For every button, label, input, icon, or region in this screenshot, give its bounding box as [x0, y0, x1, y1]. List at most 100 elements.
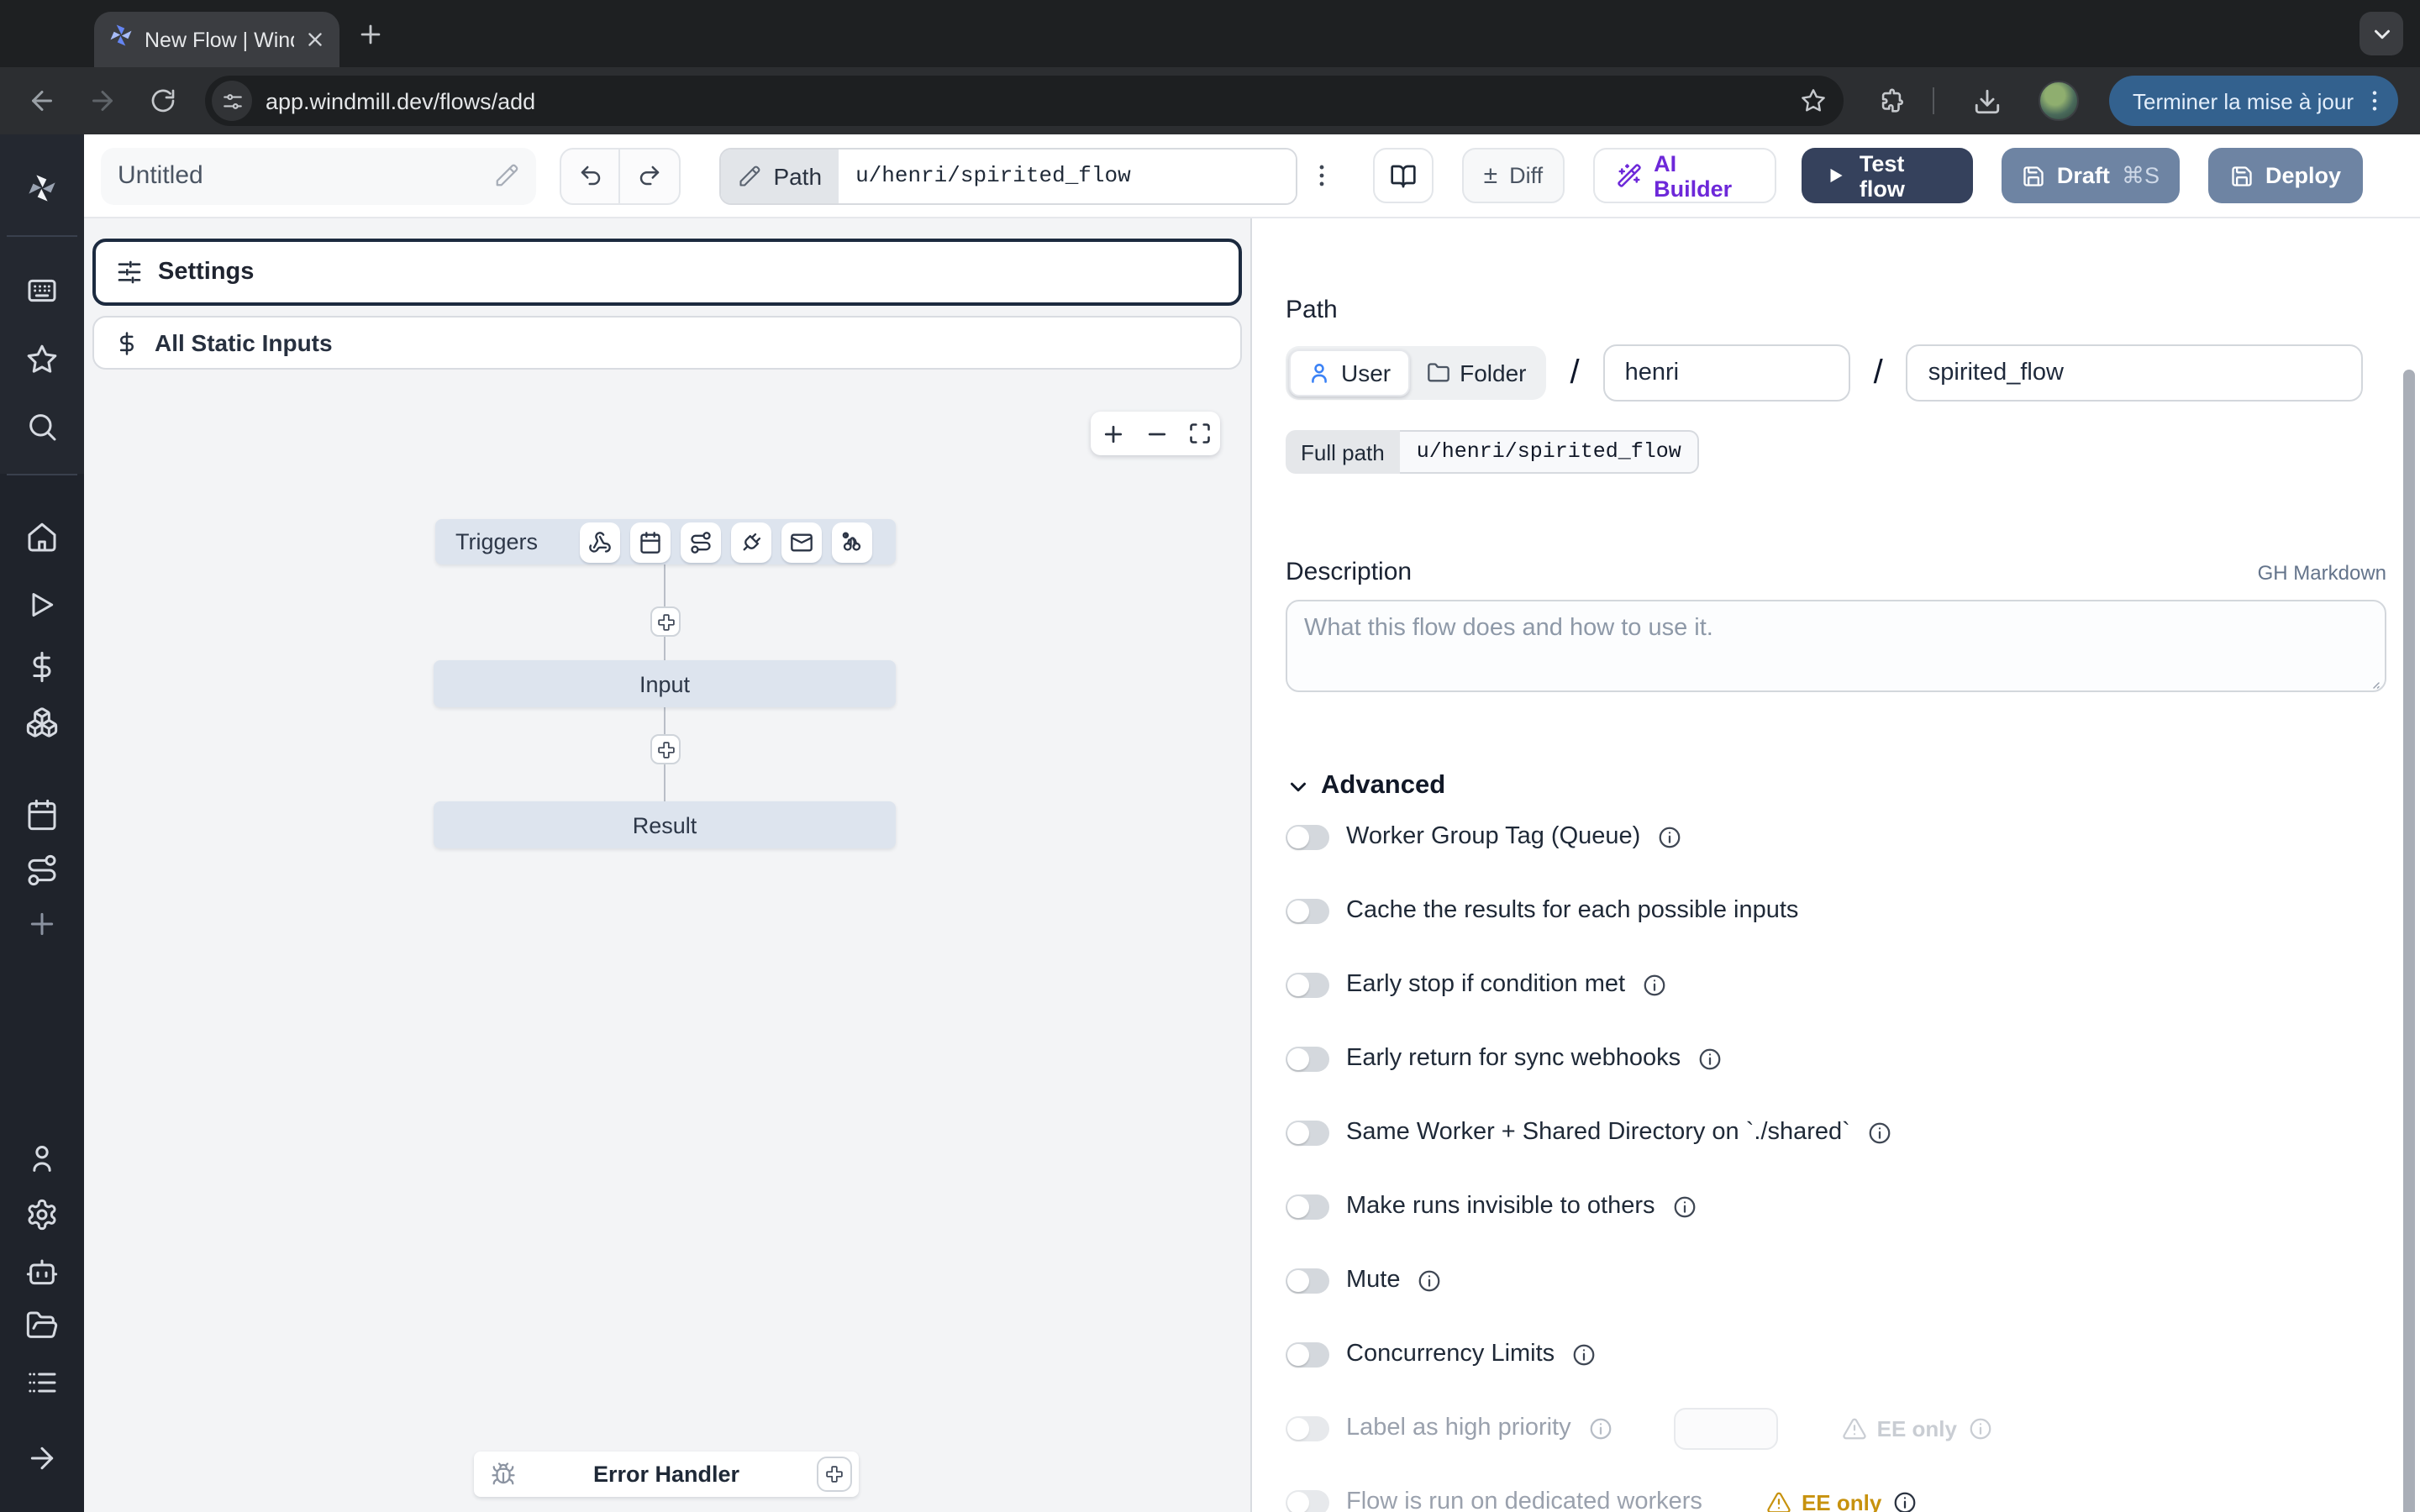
sidebar-item-routes[interactable]: [0, 853, 84, 887]
forward-button[interactable]: [77, 76, 128, 126]
info-icon[interactable]: [1571, 1341, 1597, 1367]
sidebar-item-expand-arrow[interactable]: [0, 1441, 84, 1475]
info-icon[interactable]: [1967, 1415, 1992, 1441]
info-icon[interactable]: [1657, 824, 1682, 849]
error-handler-node[interactable]: Error Handler: [474, 1452, 859, 1497]
advanced-heading: Advanced: [1321, 771, 1445, 801]
variables-dollar-icon: [25, 650, 59, 684]
sidebar-item-account-user[interactable]: [0, 1142, 84, 1176]
test-flow-button[interactable]: Test flow: [1802, 148, 1973, 203]
path-chip-label: Path: [773, 162, 822, 189]
zoom-out-icon[interactable]: [1144, 421, 1169, 446]
resize-grip-icon[interactable]: [2361, 670, 2381, 690]
sidebar-item-keyboard-shortcuts[interactable]: [0, 274, 84, 307]
info-icon: [1588, 1415, 1613, 1441]
sidebar-item-settings-gear[interactable]: [0, 1198, 84, 1231]
reload-button[interactable]: [138, 76, 188, 126]
docs-book-button[interactable]: [1372, 148, 1433, 203]
browser-tab[interactable]: New Flow | Windmill: [94, 12, 339, 67]
advanced-section-header[interactable]: Advanced: [1286, 771, 2386, 801]
flow-name-field[interactable]: Untitled: [101, 147, 536, 204]
all-static-inputs-card[interactable]: All Static Inputs: [92, 316, 1242, 370]
sidebar-item-audit-logs[interactable]: [0, 1366, 84, 1399]
add-step-button[interactable]: [650, 606, 681, 637]
info-icon[interactable]: [1867, 1120, 1892, 1145]
zoom-in-icon[interactable]: [1100, 421, 1125, 446]
undo-button[interactable]: [561, 149, 620, 202]
bookmark-star-icon[interactable]: [1800, 87, 1827, 114]
toggle-off[interactable]: [1286, 1415, 1329, 1441]
toggle-off[interactable]: [1286, 1489, 1329, 1512]
ai-builder-button[interactable]: AI Builder: [1593, 148, 1777, 203]
trigger-watch-poll-button[interactable]: [832, 522, 872, 562]
dollar-icon: [114, 330, 139, 355]
toggle-off[interactable]: [1286, 1046, 1329, 1071]
toggle-off[interactable]: [1286, 1341, 1329, 1367]
path-owner-input[interactable]: [1603, 344, 1850, 402]
description-textarea[interactable]: [1286, 600, 2386, 692]
save-icon: [2230, 164, 2254, 187]
sidebar-item-home[interactable]: [0, 521, 84, 554]
sidebar-item-search[interactable]: [0, 410, 84, 444]
back-arrow-icon: [27, 86, 57, 116]
trigger-schedule-calendar-button[interactable]: [630, 522, 671, 562]
settings-card[interactable]: Settings: [92, 239, 1242, 306]
downloads-icon[interactable]: [1961, 76, 2012, 126]
diff-button[interactable]: ± Diff: [1462, 148, 1565, 203]
sidebar-item-workers-bot[interactable]: [0, 1257, 84, 1290]
trigger-route-button[interactable]: [681, 522, 721, 562]
info-icon[interactable]: [1418, 1268, 1443, 1293]
add-error-handler-button[interactable]: [817, 1457, 852, 1492]
toggle-off[interactable]: [1286, 1268, 1329, 1293]
triggers-node[interactable]: Triggers: [435, 519, 896, 564]
toggle-off[interactable]: [1286, 1120, 1329, 1145]
path-name-input[interactable]: [1907, 344, 2364, 402]
more-options-kebab-icon[interactable]: [1297, 161, 1345, 190]
redo-button[interactable]: [620, 149, 679, 202]
toggle-off[interactable]: [1286, 1194, 1329, 1219]
windmill-logo-icon[interactable]: [25, 171, 59, 213]
tab-search-chevron-icon[interactable]: [2360, 12, 2403, 55]
new-tab-button[interactable]: [356, 20, 385, 49]
result-node[interactable]: Result: [434, 801, 896, 848]
site-info-icon[interactable]: [212, 81, 252, 121]
tab-close-icon[interactable]: [304, 29, 326, 50]
trigger-plug-button[interactable]: [731, 522, 771, 562]
browser-update-button[interactable]: Terminer la mise à jour: [2109, 76, 2397, 126]
info-icon[interactable]: [1672, 1194, 1697, 1219]
sidebar-item-add-plus[interactable]: [0, 907, 84, 941]
path-heading: Path: [1286, 296, 2386, 324]
toggle-off[interactable]: [1286, 898, 1329, 923]
extensions-puzzle-icon[interactable]: [1877, 87, 1906, 115]
info-icon[interactable]: [1642, 972, 1667, 997]
profile-avatar[interactable]: [2039, 81, 2079, 121]
scrollbar-thumb[interactable]: [2403, 370, 2415, 1512]
sidebar-item-resources-boxes[interactable]: [0, 706, 84, 739]
priority-input[interactable]: [1674, 1407, 1778, 1449]
sidebar-item-folders[interactable]: [0, 1309, 84, 1342]
browser-menu-kebab-icon[interactable]: [2360, 87, 2387, 114]
draft-button[interactable]: Draft ⌘S: [2002, 148, 2180, 203]
input-node[interactable]: Input: [434, 660, 896, 707]
draft-save-icon: [2022, 164, 2045, 187]
sidebar-item-favorites-star[interactable]: [0, 343, 84, 376]
fit-view-icon[interactable]: [1187, 422, 1211, 445]
add-error-handler-icon: [823, 1463, 845, 1485]
sidebar-item-runs-play[interactable]: [0, 588, 84, 622]
trigger-webhook-button[interactable]: [580, 522, 620, 562]
info-icon[interactable]: [1891, 1489, 1917, 1512]
user-tab[interactable]: User: [1289, 349, 1409, 396]
trigger-email-button[interactable]: [781, 522, 822, 562]
path-input[interactable]: [839, 149, 1295, 202]
toggle-off[interactable]: [1286, 824, 1329, 849]
back-button[interactable]: [17, 76, 67, 126]
deploy-button[interactable]: Deploy: [2208, 148, 2363, 203]
url-bar[interactable]: app.windmill.dev/flows/add: [205, 76, 1844, 126]
sidebar-item-variables-dollar[interactable]: [0, 650, 84, 684]
sidebar-item-schedules-calendar[interactable]: [0, 798, 84, 832]
add-step-button[interactable]: [650, 734, 681, 764]
toggle-off[interactable]: [1286, 972, 1329, 997]
folder-tab[interactable]: Folder: [1409, 349, 1543, 396]
info-icon[interactable]: [1697, 1046, 1723, 1071]
info-icon[interactable]: [1588, 1415, 1613, 1441]
